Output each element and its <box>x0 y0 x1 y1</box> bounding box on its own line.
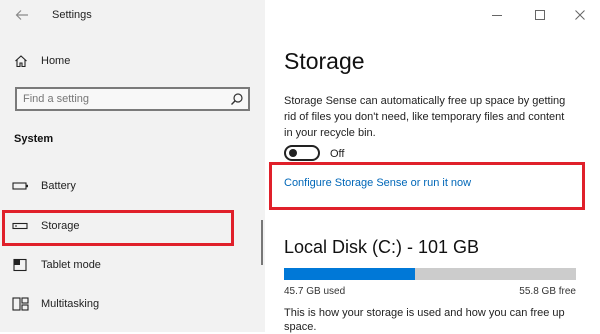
storage-usage-text: This is how your storage is used and how… <box>284 307 565 333</box>
home-icon <box>14 54 28 68</box>
disk-title: Local Disk (C:) - 101 GB <box>284 237 480 257</box>
search-box[interactable] <box>15 87 250 111</box>
disk-usage-bar[interactable] <box>284 268 576 280</box>
search-icon[interactable] <box>230 92 244 106</box>
storage-sense-toggle[interactable] <box>284 145 320 161</box>
configure-storage-sense-link[interactable]: Configure Storage Sense or run it now <box>284 177 471 189</box>
close-icon[interactable] <box>573 8 587 22</box>
sidebar-item-label: Tablet mode <box>41 259 101 271</box>
sidebar: Settings Home System Battery Storage Tab… <box>0 0 265 332</box>
search-input[interactable] <box>23 92 223 106</box>
storage-highlight-box <box>2 210 234 246</box>
storage-sense-description: Storage Sense can automatically free up … <box>284 95 566 139</box>
sidebar-scrollbar[interactable] <box>261 220 263 265</box>
sidebar-item-label: Battery <box>41 180 76 192</box>
maximize-icon[interactable] <box>533 8 547 22</box>
sidebar-item-tablet-mode[interactable]: Tablet mode <box>0 250 262 280</box>
app-title: Settings <box>52 9 92 21</box>
toggle-state-label: Off <box>330 148 345 160</box>
minimize-icon[interactable] <box>490 8 504 22</box>
page-title: Storage <box>284 48 365 74</box>
disk-usage-fill <box>284 268 416 280</box>
tablet-mode-icon <box>12 258 29 272</box>
sidebar-item-battery[interactable]: Battery <box>0 171 262 201</box>
sidebar-item-label: Home <box>41 55 71 67</box>
back-arrow-icon[interactable] <box>14 7 30 23</box>
toggle-knob <box>289 149 297 157</box>
sidebar-item-label: Multitasking <box>41 298 100 310</box>
multitasking-icon <box>12 297 29 311</box>
section-heading: System <box>14 133 54 145</box>
battery-icon <box>12 179 29 193</box>
disk-free-label: 55.8 GB free <box>519 286 576 297</box>
sidebar-item-home[interactable]: Home <box>0 50 265 74</box>
disk-used-label: 45.7 GB used <box>284 286 346 297</box>
sidebar-item-multitasking[interactable]: Multitasking <box>0 289 262 319</box>
